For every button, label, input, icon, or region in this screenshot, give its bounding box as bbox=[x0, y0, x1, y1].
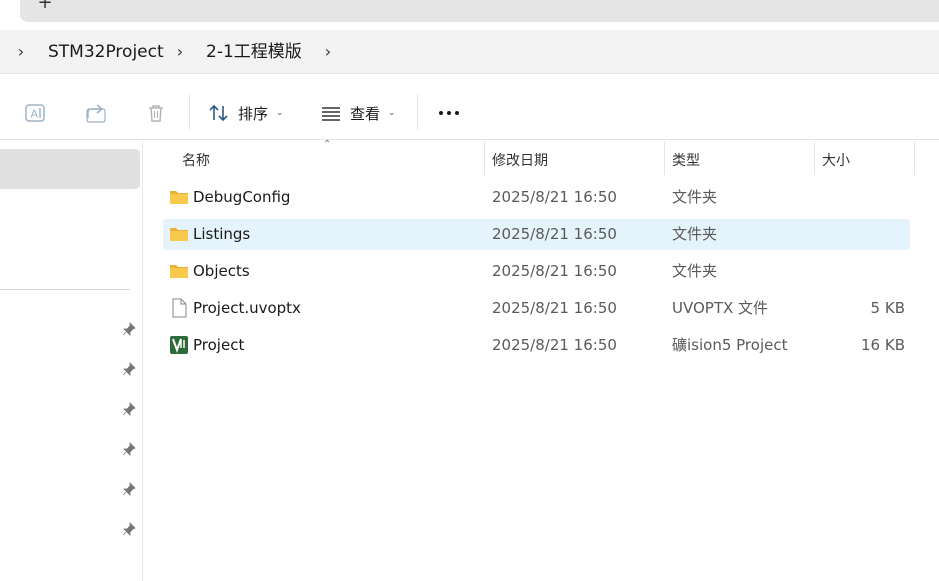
file-date: 2025/8/21 16:50 bbox=[492, 225, 617, 243]
file-name: DebugConfig bbox=[193, 188, 291, 206]
tab-background bbox=[20, 0, 939, 22]
view-list-icon bbox=[322, 107, 340, 121]
command-bar: A 排序 ⌄ 查看 ⌄ bbox=[0, 84, 939, 140]
pin-icon[interactable] bbox=[121, 361, 137, 377]
rename-icon[interactable]: A bbox=[22, 100, 48, 126]
file-size: 5 KB bbox=[870, 299, 905, 317]
breadcrumb-item-current-folder[interactable]: 2-1工程模版 bbox=[206, 41, 302, 63]
breadcrumb-item-stm32project[interactable]: STM32Project bbox=[48, 41, 164, 63]
navigation-pane bbox=[0, 141, 143, 581]
sort-button[interactable]: 排序 ⌄ bbox=[208, 98, 284, 128]
pin-icon[interactable] bbox=[121, 441, 137, 457]
folder-icon bbox=[170, 191, 188, 204]
share-icon[interactable] bbox=[83, 100, 109, 126]
delete-icon[interactable] bbox=[143, 100, 169, 126]
sort-icon bbox=[209, 104, 228, 122]
file-type: 文件夹 bbox=[672, 262, 718, 280]
pin-icon[interactable] bbox=[121, 321, 137, 337]
file-row-listings[interactable]: Listings 2025/8/21 16:50 文件夹 bbox=[163, 219, 910, 250]
breadcrumb-separator[interactable]: › bbox=[173, 42, 187, 62]
uvision-icon bbox=[170, 336, 188, 354]
file-name: Objects bbox=[193, 262, 250, 280]
file-icon bbox=[172, 298, 187, 318]
nav-selected-item[interactable] bbox=[0, 149, 140, 189]
file-type: 文件夹 bbox=[672, 225, 718, 243]
file-row-objects[interactable]: Objects 2025/8/21 16:50 文件夹 bbox=[163, 256, 910, 287]
breadcrumb: › STM32Project › 2-1工程模版 › bbox=[0, 30, 939, 74]
file-size bbox=[822, 256, 905, 287]
file-row-debugconfig[interactable]: DebugConfig 2025/8/21 16:50 文件夹 bbox=[163, 182, 910, 213]
file-type: 文件夹 bbox=[672, 188, 718, 206]
file-date: 2025/8/21 16:50 bbox=[492, 262, 617, 280]
column-divider[interactable] bbox=[914, 141, 915, 175]
new-tab-button[interactable]: + bbox=[34, 0, 56, 14]
column-header-size[interactable]: 大小 bbox=[816, 145, 850, 177]
svg-text:A: A bbox=[31, 108, 39, 121]
file-type: UVOPTX 文件 bbox=[672, 299, 769, 317]
toolbar-divider bbox=[417, 94, 418, 130]
pin-icon[interactable] bbox=[121, 521, 137, 537]
breadcrumb-separator[interactable]: › bbox=[321, 42, 335, 62]
breadcrumb-expand-chevron[interactable]: › bbox=[14, 42, 28, 62]
file-size bbox=[822, 219, 905, 250]
file-date: 2025/8/21 16:50 bbox=[492, 336, 617, 354]
file-name: Listings bbox=[193, 225, 251, 243]
file-type: 礦ision5 Project bbox=[672, 336, 788, 354]
file-row-project[interactable]: Project 2025/8/21 16:50 礦ision5 Project … bbox=[163, 330, 910, 361]
file-size bbox=[822, 182, 905, 213]
file-row-project-uvoptx[interactable]: Project.uvoptx 2025/8/21 16:50 UVOPTX 文件… bbox=[163, 293, 910, 324]
folder-icon bbox=[170, 228, 188, 241]
pin-icon[interactable] bbox=[121, 401, 137, 417]
sort-ascending-icon: ⌃ bbox=[323, 139, 332, 150]
column-header-type[interactable]: 类型 bbox=[666, 145, 700, 177]
folder-icon bbox=[170, 265, 188, 278]
column-header-name[interactable]: 名称 bbox=[176, 145, 210, 177]
view-label: 查看 bbox=[350, 104, 381, 123]
file-date: 2025/8/21 16:50 bbox=[492, 188, 617, 206]
file-date: 2025/8/21 16:50 bbox=[492, 299, 617, 317]
more-options-icon[interactable] bbox=[436, 100, 462, 126]
file-list: ⌃ 名称 修改日期 类型 大小 DebugConfig 2025/8/21 16… bbox=[143, 139, 939, 581]
nav-divider bbox=[0, 289, 130, 290]
chevron-down-icon: ⌄ bbox=[388, 108, 396, 118]
file-size: 16 KB bbox=[861, 336, 905, 354]
column-header-date[interactable]: 修改日期 bbox=[486, 145, 548, 177]
pin-icon[interactable] bbox=[121, 481, 137, 497]
view-button[interactable]: 查看 ⌄ bbox=[320, 98, 396, 128]
file-name: Project.uvoptx bbox=[193, 299, 301, 317]
file-name: Project bbox=[193, 336, 245, 354]
chevron-down-icon: ⌄ bbox=[276, 108, 284, 118]
column-divider[interactable] bbox=[814, 141, 815, 175]
toolbar-divider bbox=[189, 94, 190, 130]
tab-strip: + bbox=[0, 0, 939, 28]
column-divider[interactable] bbox=[484, 141, 485, 175]
column-divider[interactable] bbox=[664, 141, 665, 175]
sort-label: 排序 bbox=[238, 104, 269, 123]
